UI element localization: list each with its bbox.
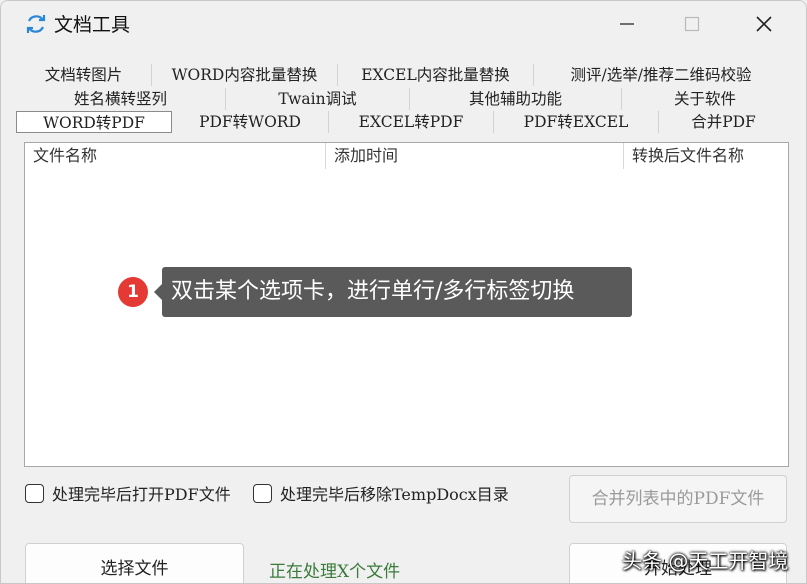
- column-added-time[interactable]: 添加时间: [325, 143, 623, 169]
- file-list-header: 文件名称 添加时间 转换后文件名称: [25, 143, 788, 169]
- tab-qrcode-check[interactable]: 测评/选举/推荐二维码校验: [534, 64, 788, 86]
- maximize-icon: [684, 16, 700, 32]
- window-title: 文档工具: [54, 14, 131, 36]
- tab-twain-debug[interactable]: Twain调试: [226, 88, 410, 110]
- minimize-icon: [620, 23, 634, 25]
- remove-temp-option[interactable]: 处理完毕后移除TempDocx目录: [253, 482, 509, 504]
- open-after-option[interactable]: 处理完毕后打开PDF文件: [25, 482, 231, 504]
- column-file-name[interactable]: 文件名称: [25, 143, 325, 169]
- tab-doc-to-image[interactable]: 文档转图片: [16, 64, 152, 86]
- open-after-label: 处理完毕后打开PDF文件: [52, 485, 231, 504]
- tab-row-2: 姓名横转竖列 Twain调试 其他辅助功能 关于软件: [16, 88, 788, 110]
- tab-pdf-to-excel[interactable]: PDF转EXCEL: [494, 111, 659, 133]
- remove-temp-checkbox[interactable]: [253, 483, 272, 503]
- tab-about[interactable]: 关于软件: [622, 88, 788, 110]
- select-file-button[interactable]: 选择文件: [25, 543, 244, 583]
- title-bar: 文档工具: [1, 1, 806, 47]
- tab-excel-replace[interactable]: EXCEL内容批量替换: [338, 64, 534, 86]
- tab-pdf-to-word[interactable]: PDF转WORD: [172, 111, 329, 133]
- app-window: 文档工具 文档转图片 WORD内容批量替换 EXCEL内容批量替换 测评/选举/…: [0, 0, 807, 584]
- status-text: 正在处理X个文件: [269, 562, 401, 582]
- tooltip-arrow: [154, 284, 162, 300]
- watermark-text: 头条 @天工开智境: [622, 549, 789, 573]
- maximize-button[interactable]: [669, 1, 715, 47]
- remove-temp-label: 处理完毕后移除TempDocx目录: [280, 485, 509, 504]
- minimize-button[interactable]: [604, 1, 650, 47]
- tab-name-vertical[interactable]: 姓名横转竖列: [16, 88, 226, 110]
- tab-row-1: 文档转图片 WORD内容批量替换 EXCEL内容批量替换 测评/选举/推荐二维码…: [16, 64, 788, 86]
- tab-row-3: WORD转PDF PDF转WORD EXCEL转PDF PDF转EXCEL 合并…: [16, 111, 788, 133]
- hint-tooltip: 双击某个选项卡，进行单行/多行标签切换: [162, 267, 632, 317]
- tab-word-replace[interactable]: WORD内容批量替换: [152, 64, 338, 86]
- tab-excel-to-pdf[interactable]: EXCEL转PDF: [329, 111, 494, 133]
- tab-merge-pdf[interactable]: 合并PDF: [659, 111, 788, 133]
- refresh-app-icon: [26, 15, 46, 33]
- close-icon: [756, 16, 772, 32]
- tab-other-tools[interactable]: 其他辅助功能: [410, 88, 622, 110]
- close-button[interactable]: [741, 1, 787, 47]
- column-output-name[interactable]: 转换后文件名称: [623, 143, 788, 169]
- open-after-checkbox[interactable]: [25, 483, 44, 503]
- step-badge: 1: [118, 277, 148, 307]
- merge-pdf-button[interactable]: 合并列表中的PDF文件: [569, 475, 787, 523]
- tab-word-to-pdf[interactable]: WORD转PDF: [16, 111, 172, 133]
